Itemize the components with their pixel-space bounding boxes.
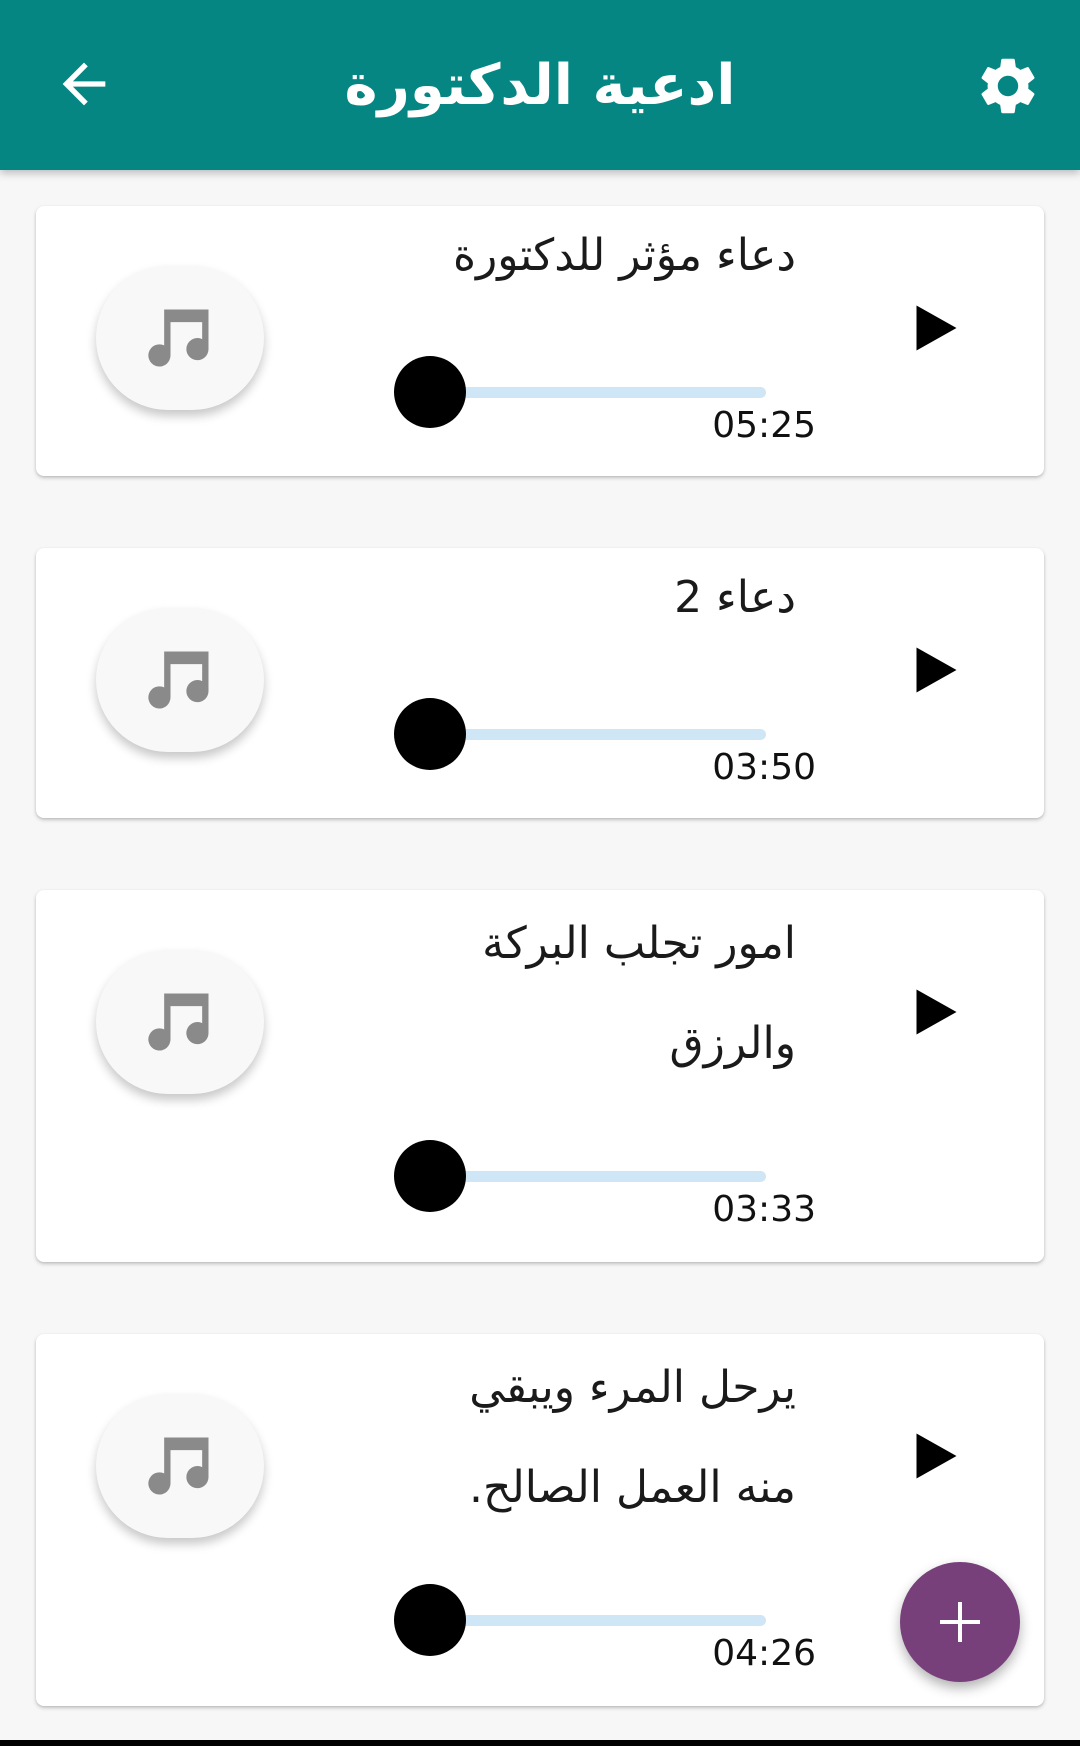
track-thumbnail	[96, 608, 264, 752]
slider-track	[430, 729, 766, 740]
track-thumbnail	[96, 1394, 264, 1538]
music-note-icon	[148, 651, 209, 709]
play-icon[interactable]	[904, 980, 964, 1044]
play-icon[interactable]	[904, 638, 964, 702]
track-title: دعاء 2	[674, 572, 796, 623]
track-title: امور تجلب البركة والرزق	[482, 918, 796, 1069]
play-icon[interactable]	[904, 296, 964, 360]
page-title: ادعية الدكتورة	[344, 53, 736, 118]
slider-track	[430, 1171, 766, 1182]
slider-track	[430, 1615, 766, 1626]
slider-thumb[interactable]	[394, 1140, 466, 1212]
track-title: دعاء مؤثر للدكتورة	[452, 230, 796, 281]
slider-thumb[interactable]	[394, 698, 466, 770]
track-card[interactable]: امور تجلب البركة والرزق 03:33	[36, 890, 1044, 1262]
music-note-icon	[148, 1437, 209, 1495]
add-fab-button[interactable]	[900, 1562, 1020, 1682]
track-card[interactable]: يرحل المرء ويبقي منه العمل الصالح. 04:26	[36, 1334, 1044, 1706]
track-thumbnail	[96, 266, 264, 410]
track-title: يرحل المرء ويبقي منه العمل الصالح.	[468, 1362, 796, 1513]
track-duration: 05:25	[712, 405, 816, 446]
play-icon[interactable]	[904, 1424, 964, 1488]
slider-track	[430, 387, 766, 398]
track-duration: 03:50	[712, 747, 816, 788]
gear-icon[interactable]	[974, 52, 1042, 120]
track-thumbnail	[96, 950, 264, 1094]
music-note-icon	[148, 993, 209, 1051]
track-duration: 03:33	[712, 1189, 816, 1230]
slider-thumb[interactable]	[394, 1584, 466, 1656]
slider-thumb[interactable]	[394, 356, 466, 428]
system-nav-bar	[0, 1740, 1080, 1746]
track-card[interactable]: دعاء مؤثر للدكتورة 05:25	[36, 206, 1044, 476]
music-note-icon	[148, 309, 209, 367]
plus-icon	[940, 1602, 980, 1642]
track-card[interactable]: دعاء 2 03:50	[36, 548, 1044, 818]
track-duration: 04:26	[712, 1633, 816, 1674]
app-bar: ادعية الدكتورة	[0, 0, 1080, 170]
